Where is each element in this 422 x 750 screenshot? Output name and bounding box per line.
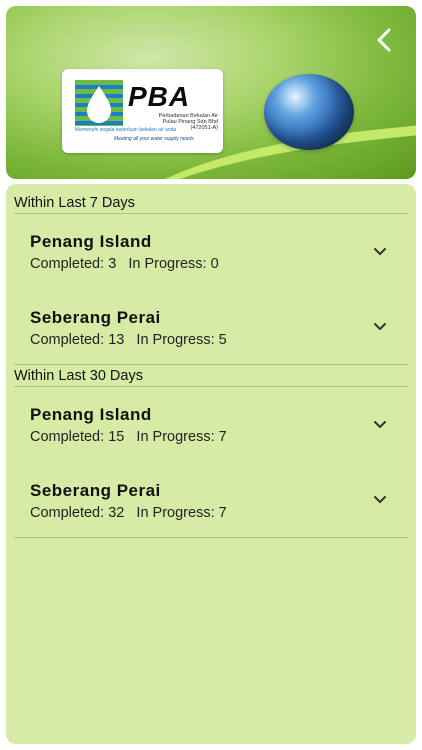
- pba-logo-card: PBA Perbadanan Bekalan Air Pulau Pinang …: [62, 69, 223, 153]
- chevron-down-icon[interactable]: [372, 492, 388, 508]
- list-item-penang-island-30d[interactable]: Penang Island Completed: 15 In Progress:…: [6, 405, 416, 475]
- section-divider: [14, 537, 408, 538]
- region-stats: Completed: 32 In Progress: 7: [30, 505, 227, 521]
- header-banner: PBA Perbadanan Bekalan Air Pulau Pinang …: [6, 6, 416, 179]
- chevron-down-icon[interactable]: [372, 244, 388, 260]
- chevron-left-icon: [377, 28, 391, 52]
- logo-tagline-english: Meeting all your water supply needs: [114, 136, 194, 142]
- region-name: Penang Island: [30, 232, 152, 251]
- section-title-last-7-days: Within Last 7 Days: [14, 195, 135, 211]
- globe-water-drop-image: [264, 74, 354, 150]
- summary-panel: Within Last 7 Days Penang Island Complet…: [6, 184, 416, 744]
- back-button[interactable]: [370, 22, 398, 58]
- logo-brand-text: PBA: [128, 81, 191, 112]
- region-stats: Completed: 15 In Progress: 7: [30, 429, 227, 445]
- section-divider: [14, 364, 408, 365]
- region-stats: Completed: 3 In Progress: 0: [30, 256, 219, 272]
- logo-tagline-malay: Memenuhi segala keperluan bekalan air an…: [75, 127, 177, 133]
- section-divider: [14, 386, 408, 387]
- region-name: Seberang Perai: [30, 481, 161, 500]
- water-drop-logo-icon: [75, 80, 123, 126]
- region-stats: Completed: 13 In Progress: 5: [30, 332, 227, 348]
- chevron-down-icon[interactable]: [372, 319, 388, 335]
- region-name: Seberang Perai: [30, 308, 161, 327]
- chevron-down-icon[interactable]: [372, 417, 388, 433]
- section-divider: [14, 213, 408, 214]
- list-item-penang-island-7d[interactable]: Penang Island Completed: 3 In Progress: …: [6, 232, 416, 302]
- list-item-seberang-perai-30d[interactable]: Seberang Perai Completed: 32 In Progress…: [6, 481, 416, 551]
- region-name: Penang Island: [30, 405, 152, 424]
- section-title-last-30-days: Within Last 30 Days: [14, 368, 143, 384]
